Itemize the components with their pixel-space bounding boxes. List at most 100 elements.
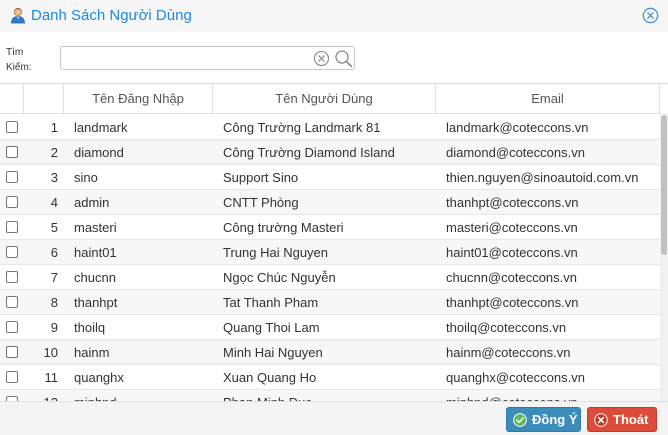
row-username: thoilq [74, 320, 106, 335]
search-box [60, 46, 355, 70]
header-check [0, 84, 24, 114]
vertical-scrollbar[interactable] [660, 113, 668, 401]
row-email: thoilq@coteccons.vn [446, 320, 567, 335]
check-circle-icon [513, 413, 527, 427]
row-number: 12 [24, 390, 64, 401]
row-number: 1 [50, 120, 58, 135]
exit-button-label: Thoát [613, 412, 649, 427]
table-row[interactable]: 6 haint01 Trung Hai Nguyen haint01@coteccon… [0, 240, 660, 265]
search-icon[interactable] [334, 49, 353, 68]
row-username: sino [74, 170, 98, 185]
row-checkbox[interactable] [6, 321, 18, 333]
row-email: minhpd@coteccons.vn [436, 390, 660, 401]
table-row[interactable]: 8 thanhpt Tat Thanh Pham thanhpt@coteccons.… [0, 290, 660, 315]
row-checkbox-cell [0, 140, 24, 165]
row-email: hainm@coteccons.vn [446, 345, 571, 360]
row-number: 8 [50, 295, 58, 310]
row-checkbox[interactable] [6, 196, 18, 208]
row-checkbox-cell [0, 290, 24, 315]
row-checkbox[interactable] [6, 346, 18, 358]
row-checkbox[interactable] [6, 246, 18, 258]
table-row[interactable]: 7 chucnn Ngọc Chúc Nguyễn chucnn@coteccons.… [0, 265, 660, 290]
row-username: admin [74, 195, 110, 210]
row-username: minhpd [64, 390, 213, 401]
header-email[interactable]: Email [436, 84, 660, 114]
row-fullname: Tat Thanh Pham [223, 295, 319, 310]
row-username: hainm [74, 345, 110, 360]
header-fullname[interactable]: Tên Người Dùng [213, 84, 436, 114]
row-checkbox-cell [0, 215, 24, 240]
search-input[interactable] [65, 49, 305, 67]
row-username: thanhpt [74, 295, 118, 310]
row-checkbox-cell [0, 265, 24, 290]
table-row[interactable]: 3 sino Support Sino thien.nguyen@sinoautoid… [0, 165, 660, 190]
row-checkbox-cell [0, 165, 24, 190]
exit-button[interactable]: Thoát [587, 407, 657, 432]
row-fullname: Phan Minh Duc [213, 390, 436, 401]
row-number: 3 [50, 170, 58, 185]
table-row[interactable]: 2 diamond Công Trường Diamond Island diamon… [0, 140, 660, 165]
row-checkbox[interactable] [6, 221, 18, 233]
row-email: masteri@coteccons.vn [446, 220, 578, 235]
table-row[interactable]: 4 admin CNTT Phòng thanhpt@coteccons.vn [0, 190, 660, 215]
clear-icon[interactable] [313, 50, 330, 67]
table-row[interactable]: 9 thoilq Quang Thoi Lam thoilq@coteccons.vn [0, 315, 660, 340]
row-username: landmark [74, 120, 128, 135]
row-fullname: CNTT Phòng [223, 195, 299, 210]
user-grid: Tên Đăng Nhập Tên Người Dùng Email 1 land… [0, 83, 668, 401]
grid-header: Tên Đăng Nhập Tên Người Dùng Email [0, 84, 668, 114]
row-username: masteri [74, 220, 117, 235]
row-checkbox-cell [0, 240, 24, 265]
user-icon [9, 6, 27, 24]
row-fullname: Ngọc Chúc Nguyễn [223, 270, 336, 285]
row-email: haint01@coteccons.vn [446, 245, 578, 260]
row-username: quanghx [74, 370, 124, 385]
row-number: 11 [44, 370, 59, 385]
search-label: Tìm Kiếm: [6, 47, 32, 73]
close-icon[interactable] [642, 7, 659, 24]
row-number: 10 [43, 345, 58, 360]
row-username: haint01 [74, 245, 117, 260]
table-row[interactable]: 11 quanghx Xuan Quang Ho quanghx@coteccons.… [0, 365, 660, 390]
row-email: chucnn@coteccons.vn [446, 270, 577, 285]
user-list-dialog: Danh Sách Người Dùng Tìm Kiếm: Tên Đăng … [0, 0, 668, 435]
row-fullname: Công Trường Landmark 81 [223, 120, 381, 135]
row-email: landmark@coteccons.vn [446, 120, 589, 135]
row-email: diamond@coteccons.vn [446, 145, 585, 160]
table-row[interactable]: 5 masteri Công trường Masteri masteri@cotec… [0, 215, 660, 240]
table-row[interactable]: 10 hainm Minh Hai Nguyen hainm@coteccons.vn [0, 340, 660, 365]
row-fullname: Công trường Masteri [223, 220, 344, 235]
row-username: chucnn [74, 270, 116, 285]
row-checkbox[interactable] [6, 171, 18, 183]
row-number: 9 [50, 320, 58, 335]
row-fullname: Support Sino [223, 170, 299, 185]
row-fullname: Quang Thoi Lam [223, 320, 320, 335]
ok-button-label: Đồng Ý [532, 412, 578, 427]
ok-button[interactable]: Đồng Ý [506, 407, 581, 432]
row-number: 7 [50, 270, 58, 285]
header-username[interactable]: Tên Đăng Nhập [64, 84, 213, 114]
row-email: thien.nguyen@sinoautoid.com.vn [446, 170, 639, 185]
row-number: 6 [50, 245, 58, 260]
table-row[interactable]: 1 landmark Công Trường Landmark 81 landmark… [0, 115, 660, 140]
row-checkbox[interactable] [6, 271, 18, 283]
row-number: 5 [50, 220, 58, 235]
row-checkbox-cell [0, 365, 24, 390]
row-fullname: Công Trường Diamond Island [223, 145, 395, 160]
row-checkbox[interactable] [6, 296, 18, 308]
row-email: thanhpt@coteccons.vn [446, 295, 579, 310]
row-fullname: Xuan Quang Ho [223, 370, 317, 385]
row-checkbox-cell [0, 390, 24, 401]
row-fullname: Trung Hai Nguyen [223, 245, 329, 260]
table-row[interactable]: 12minhpdPhan Minh Ducminhpd@coteccons.vn [0, 390, 660, 401]
scrollbar-thumb[interactable] [661, 115, 667, 255]
row-fullname: Minh Hai Nguyen [223, 345, 323, 360]
row-checkbox[interactable] [6, 371, 18, 383]
row-checkbox-cell [0, 115, 24, 140]
row-email: quanghx@coteccons.vn [446, 370, 585, 385]
header-number [24, 84, 64, 114]
row-checkbox[interactable] [6, 146, 18, 158]
row-checkbox[interactable] [6, 121, 18, 133]
x-circle-icon [594, 413, 608, 427]
row-number: 4 [50, 195, 58, 210]
